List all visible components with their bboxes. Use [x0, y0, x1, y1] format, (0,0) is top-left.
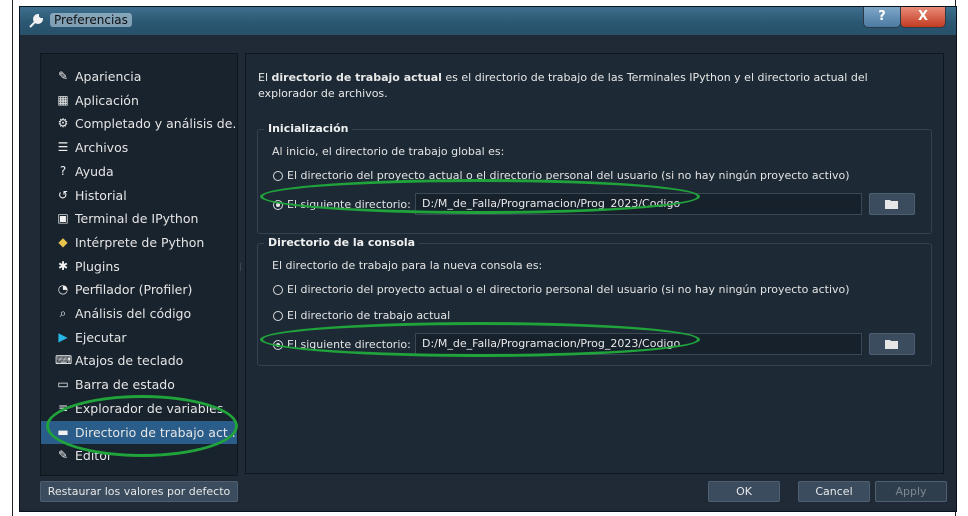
folder-open-icon [885, 200, 898, 209]
init-option2-label: El siguiente directorio: [287, 198, 411, 211]
run-icon: ▶ [58, 329, 68, 344]
puzzle-icon: ✱ [57, 258, 69, 273]
sidebar-item-label: Análisis del código [75, 306, 192, 321]
help-icon: ? [59, 163, 67, 178]
sidebar-item-label: Plugins [75, 258, 120, 274]
console-option1-radio[interactable] [273, 285, 283, 295]
sidebar-item-label: Completado y análisis de... [75, 116, 237, 132]
cancel-button[interactable]: Cancel [798, 481, 870, 502]
sidebar-item[interactable]: ◔ Perfilador (Profiler) [41, 278, 237, 301]
sidebar-item[interactable]: ✱ Plugins [41, 255, 237, 278]
terminal-icon: ▣ [57, 211, 69, 226]
restore-defaults-button[interactable]: Restaurar los valores por defecto [40, 481, 238, 502]
preferences-sidebar: ✎ Apariencia ▦ Aplicación ⚙ Completado y anál… [40, 53, 238, 476]
preferences-dialog: Preferencias ? X ✎ Apariencia ▦ Aplicación ⚙… [19, 6, 957, 512]
wrench-icon [28, 13, 44, 29]
editor-icon: ✎ [57, 448, 69, 463]
files-icon: ☰ [57, 140, 69, 155]
sidebar-item[interactable]: ✎ Apariencia [41, 65, 237, 88]
console-option3-label: El siguiente directorio: [287, 338, 411, 351]
sidebar-item-label: Historial [75, 187, 127, 203]
close-button[interactable]: X [900, 7, 946, 28]
sidebar-item-label: Aplicación [75, 92, 139, 108]
description-text: El directorio de trabajo actual es el di… [258, 71, 868, 100]
completion-icon: ⚙ [57, 116, 69, 131]
console-option2-label: El directorio de trabajo actual [287, 309, 451, 322]
init-option1-radio[interactable] [273, 171, 283, 181]
sidebar-item[interactable]: ▬ Directorio de trabajo act... [41, 420, 237, 444]
splitter-handle[interactable] [238, 53, 244, 474]
sidebar-item[interactable]: ≡ Explorador de variables [41, 397, 237, 420]
sidebar-item[interactable]: ↺ Historial [41, 184, 237, 207]
title-bar[interactable]: Preferencias ? X [20, 7, 956, 35]
working-directory-panel: El directorio de trabajo actual es el di… [245, 53, 944, 474]
sidebar-item-label: Intérprete de Python [75, 234, 205, 250]
stopwatch-icon: ◔ [57, 282, 69, 297]
folder-open-icon [885, 340, 898, 349]
console-path-input[interactable]: D:/M_de_Falla/Programacion/Prog_2023/Cod… [415, 333, 862, 355]
sidebar-item[interactable]: ⚙ Completado y análisis de... [41, 112, 237, 135]
python-icon: ◆ [58, 234, 68, 249]
init-browse-button[interactable] [869, 193, 915, 215]
window-title: Preferencias [50, 13, 132, 27]
keyboard-icon: ⌨ [55, 353, 73, 368]
apply-button[interactable]: Apply [875, 481, 947, 502]
sidebar-item-label: Ejecutar [75, 329, 127, 345]
sidebar-item[interactable]: ◆ Intérprete de Python [41, 231, 237, 254]
sidebar-item[interactable]: ⌕ Análisis del código [41, 302, 237, 325]
sidebar-item-label: Atajos de teclado [75, 353, 184, 369]
sidebar-item[interactable]: ? Ayuda [41, 160, 237, 183]
sidebar-item-label: Terminal de IPython [75, 211, 199, 227]
sidebar-item-label: Ayuda [75, 163, 114, 179]
folder-icon: ▬ [57, 424, 69, 439]
history-icon: ↺ [57, 187, 69, 202]
sidebar-item-label: Editor [75, 448, 112, 464]
left-border-line [12, 0, 13, 516]
help-button[interactable]: ? [863, 7, 901, 28]
sidebar-item[interactable]: ▭ Barra de estado [41, 373, 237, 396]
sidebar-item[interactable]: ▦ Aplicación [41, 89, 237, 112]
initialization-group: Inicialización Al inicio, el directorio … [257, 122, 932, 234]
sidebar-item-label: Barra de estado [75, 377, 175, 393]
sidebar-item-label: Directorio de trabajo act... [75, 424, 237, 440]
init-option1-label: El directorio del proyecto actual o el d… [287, 169, 850, 182]
console-directory-group: Directorio de la consola El directorio d… [257, 236, 932, 366]
console-browse-button[interactable] [869, 333, 915, 355]
console-intro: El directorio de trabajo para la nueva c… [272, 259, 543, 272]
sidebar-item-label: Perfilador (Profiler) [75, 282, 193, 298]
initialization-title: Inicialización [264, 122, 353, 135]
initialization-intro: Al inicio, el directorio de trabajo glob… [272, 145, 505, 158]
init-option2-radio[interactable] [273, 200, 283, 210]
application-icon: ▦ [57, 92, 69, 107]
console-option2-radio[interactable] [273, 311, 283, 321]
sidebar-item[interactable]: ▣ Terminal de IPython [41, 207, 237, 230]
sidebar-item[interactable]: ✎ Editor [41, 444, 237, 467]
console-directory-title: Directorio de la consola [264, 236, 420, 249]
ok-button[interactable]: OK [708, 481, 780, 502]
sidebar-item-label: Archivos [75, 140, 129, 156]
statusbar-icon: ▭ [57, 377, 69, 392]
code-analysis-icon: ⌕ [59, 306, 67, 320]
sidebar-item-label: Apariencia [75, 69, 142, 84]
console-option1-label: El directorio del proyecto actual o el d… [287, 283, 850, 296]
paintbrush-icon: ✎ [57, 69, 69, 83]
console-option3-radio[interactable] [273, 340, 283, 350]
sidebar-item[interactable]: ⌨ Atajos de teclado [41, 349, 237, 372]
sidebar-item-label: Explorador de variables [75, 400, 224, 416]
sidebar-item[interactable]: ☰ Archivos [41, 136, 237, 159]
sidebar-item[interactable]: ▶ Ejecutar [41, 326, 237, 349]
variable-explorer-icon: ≡ [57, 400, 69, 415]
init-path-input[interactable]: D:/M_de_Falla/Programacion/Prog_2023/Cod… [415, 193, 862, 215]
